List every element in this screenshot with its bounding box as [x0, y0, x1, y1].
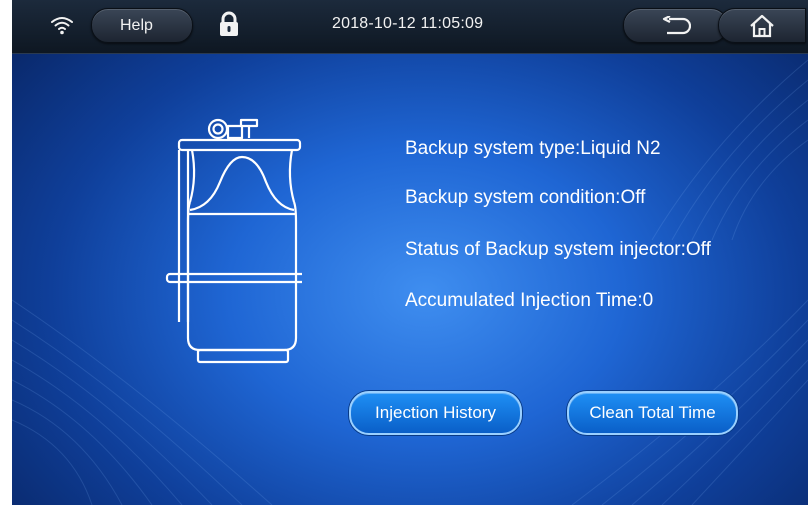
- accumulated-injection-time: Accumulated Injection Time:0: [405, 290, 654, 311]
- home-icon: [749, 14, 775, 38]
- backup-system-screen: Help 2018-10-12 11:05:09 Backup system t…: [12, 0, 808, 505]
- help-button[interactable]: Help: [91, 8, 193, 43]
- home-button[interactable]: [718, 8, 806, 43]
- gas-cylinder-icon: [152, 112, 302, 377]
- status-bar: Help 2018-10-12 11:05:09: [12, 0, 808, 54]
- backup-system-type: Backup system type:Liquid N2: [405, 138, 661, 159]
- backup-system-condition: Backup system condition:Off: [405, 187, 646, 208]
- injection-history-button[interactable]: Injection History: [349, 391, 522, 435]
- wifi-icon: [50, 15, 74, 35]
- back-icon: [661, 16, 691, 36]
- clean-total-time-button[interactable]: Clean Total Time: [567, 391, 738, 435]
- datetime-display: 2018-10-12 11:05:09: [332, 15, 484, 32]
- backup-injector-status: Status of Backup system injector:Off: [405, 239, 711, 260]
- lock-icon: [219, 11, 239, 37]
- help-button-label: Help: [120, 17, 153, 34]
- back-button[interactable]: [623, 8, 728, 43]
